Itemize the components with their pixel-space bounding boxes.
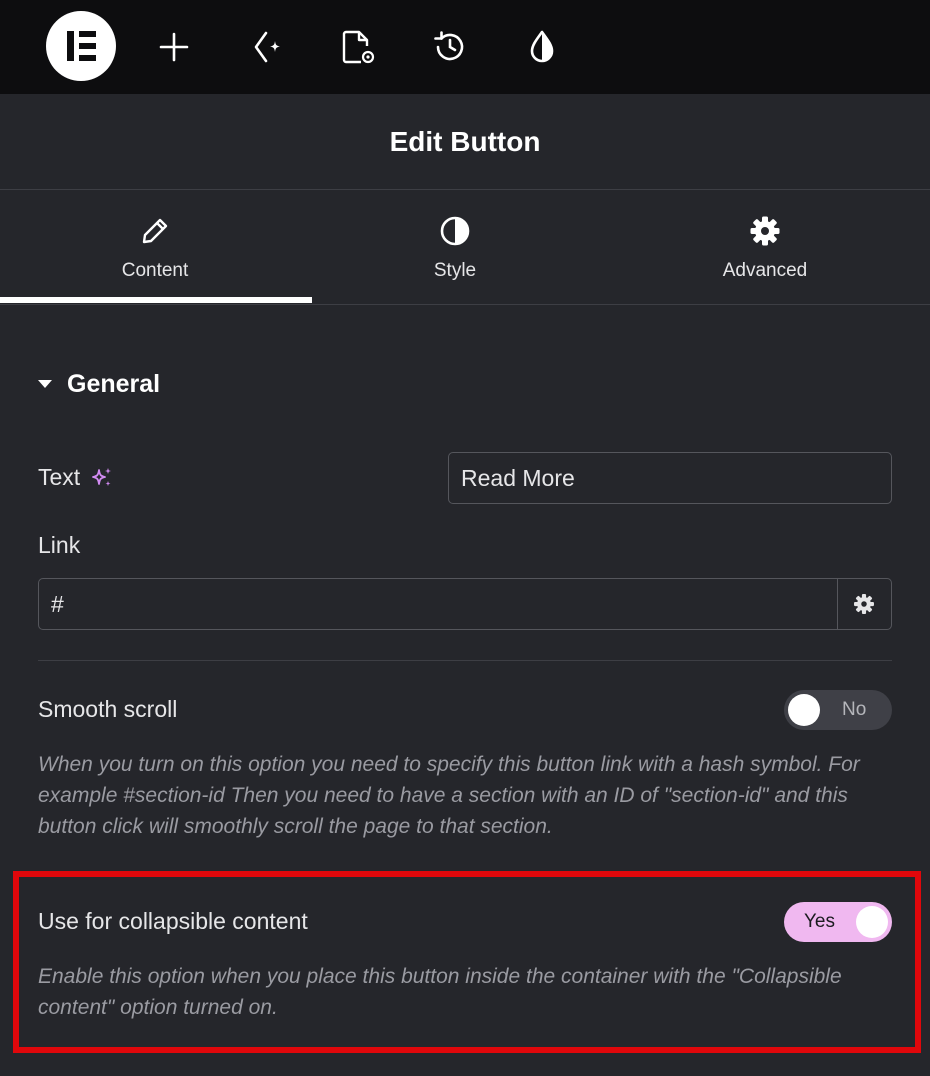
text-field-label: Text (38, 464, 81, 490)
collapsible-label: Use for collapsible content (38, 908, 308, 934)
text-field-label-row: Text (38, 464, 114, 491)
tab-advanced[interactable]: Advanced (610, 190, 920, 304)
pencil-icon (140, 214, 170, 248)
link-field-label: Link (38, 532, 81, 558)
smooth-scroll-description: When you turn on this option you need to… (38, 753, 860, 838)
toggle-state-label: Yes (804, 911, 835, 932)
text-input[interactable]: Read More (448, 452, 892, 504)
section-title: General (67, 369, 161, 398)
page-settings-icon[interactable] (335, 25, 379, 69)
plus-icon[interactable] (152, 25, 196, 69)
active-tab-indicator (0, 297, 312, 303)
smooth-scroll-label: Smooth scroll (38, 696, 178, 722)
toggle-knob (788, 694, 820, 726)
elementor-logo[interactable] (46, 11, 116, 81)
panel-header: Edit Button (0, 94, 930, 190)
ai-sparkle-icon[interactable] (244, 25, 288, 69)
section-general-toggle[interactable]: General (38, 366, 160, 402)
divider (38, 660, 892, 661)
top-toolbar (0, 0, 930, 94)
gear-icon (749, 214, 781, 248)
toggle-knob (856, 906, 888, 938)
history-icon[interactable] (428, 25, 472, 69)
ai-sparkle-icon[interactable] (90, 466, 114, 490)
tab-bar: Content Style Advanced (0, 190, 930, 305)
collapsible-description: Enable this option when you place this b… (38, 965, 842, 1019)
site-settings-icon[interactable] (520, 25, 564, 69)
tab-style[interactable]: Style (300, 190, 610, 304)
panel-title: Edit Button (389, 125, 541, 157)
tab-content-label: Content (121, 260, 189, 281)
collapsible-toggle[interactable]: Yes (784, 902, 892, 942)
tab-style-label: Style (433, 260, 477, 281)
tab-content[interactable]: Content (0, 190, 310, 304)
caret-down-icon (38, 380, 52, 388)
tab-advanced-label: Advanced (722, 260, 808, 281)
contrast-icon (439, 214, 471, 248)
gear-icon (853, 593, 875, 615)
smooth-scroll-toggle[interactable]: No (784, 690, 892, 730)
toggle-state-label: No (842, 699, 867, 720)
link-options-button[interactable] (836, 578, 892, 630)
link-input[interactable]: # (38, 578, 838, 630)
